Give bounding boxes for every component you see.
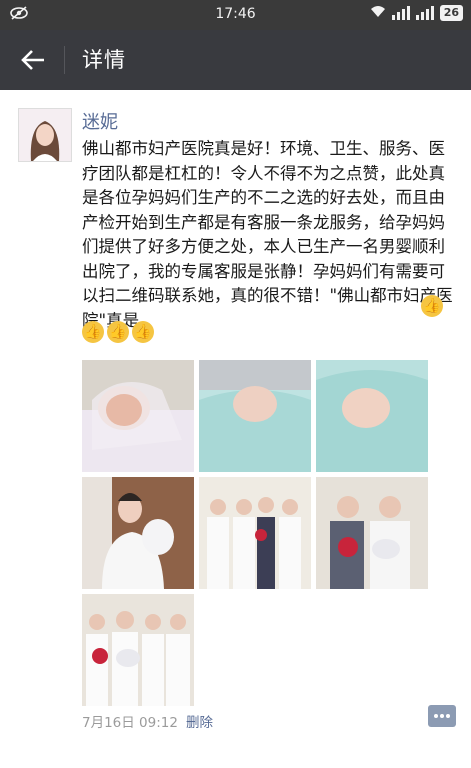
title-bar: 详情 bbox=[0, 30, 471, 90]
photo-baby-2[interactable] bbox=[199, 360, 311, 472]
photo-baby-3[interactable] bbox=[316, 360, 428, 472]
photo-group-1[interactable] bbox=[199, 477, 311, 589]
post-meta: 7月16日 09:12 删除 bbox=[82, 711, 213, 731]
photo-group-3[interactable] bbox=[82, 594, 194, 706]
thumbs-up-icon: 👍 bbox=[132, 321, 154, 343]
photo-baby-1[interactable] bbox=[82, 360, 194, 472]
status-bar: 17:46 26 bbox=[0, 0, 471, 30]
title-divider bbox=[64, 46, 65, 74]
post-text: 佛山都市妇产医院真是好！环境、卫生、服务、医疗团队都是杠杠的！令人不得不为之点赞… bbox=[82, 139, 453, 330]
thumbs-up-icon: 👍 bbox=[82, 321, 104, 343]
page-title: 详情 bbox=[82, 48, 126, 72]
signal-icon bbox=[391, 6, 410, 20]
post-timestamp: 7月16日 09:12 bbox=[82, 715, 178, 731]
emoji-row: 👍 👍 👍 bbox=[82, 321, 154, 343]
photo-nurse-baby[interactable] bbox=[82, 477, 194, 589]
battery-indicator: 26 bbox=[439, 5, 463, 21]
back-button[interactable] bbox=[20, 46, 48, 74]
signal-icon-2 bbox=[415, 6, 434, 20]
thumbs-up-icon: 👍 bbox=[421, 295, 443, 317]
wifi-icon bbox=[370, 5, 386, 21]
comment-button[interactable] bbox=[428, 705, 456, 727]
arrow-left-icon bbox=[21, 50, 44, 70]
more-dots-icon bbox=[434, 714, 438, 718]
avatar[interactable] bbox=[18, 108, 72, 162]
author-name[interactable]: 迷妮 bbox=[82, 108, 118, 134]
thumbs-up-icon: 👍 bbox=[107, 321, 129, 343]
delete-button[interactable]: 删除 bbox=[186, 715, 213, 731]
photo-group-2[interactable] bbox=[316, 477, 428, 589]
